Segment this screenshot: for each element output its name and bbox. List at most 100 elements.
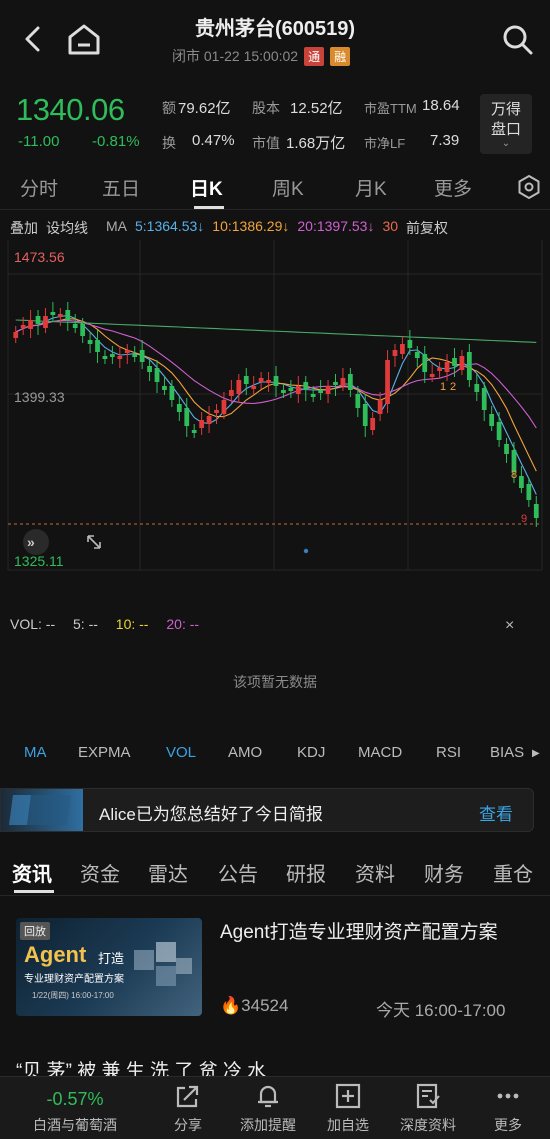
candle-body xyxy=(437,368,442,371)
sector-button[interactable]: -0.57% 白酒与葡萄酒 xyxy=(0,1077,150,1139)
indicator-tab-bias[interactable]: BIAS xyxy=(490,744,524,761)
tab-intraday[interactable]: 分时 xyxy=(20,174,58,201)
candle-body xyxy=(35,316,41,324)
candle-body xyxy=(154,368,160,382)
tab-monthly-k[interactable]: 月K xyxy=(355,174,387,201)
back-icon[interactable] xyxy=(18,24,48,54)
candle-body xyxy=(281,390,286,393)
more-dots-icon xyxy=(497,1093,519,1099)
indicator-tab-expma[interactable]: EXPMA xyxy=(78,744,131,761)
fullscreen-icon[interactable] xyxy=(87,535,101,549)
share-label: 分享 xyxy=(174,1117,202,1133)
replay-badge: 回放 xyxy=(20,922,50,940)
thumb-title-suffix: 打造 xyxy=(98,951,125,966)
deep-data-button[interactable]: 深度资料 xyxy=(384,1077,472,1139)
marker-2: 2 xyxy=(450,381,456,393)
tab-holdings[interactable]: 重仓 xyxy=(493,858,533,887)
news-title[interactable]: Agent打造专业理财资产配置方案 xyxy=(220,920,536,946)
add-watchlist-button[interactable]: 加自选 xyxy=(304,1077,392,1139)
no-data-text: 该项暂无数据 xyxy=(233,674,317,690)
add-label: 加自选 xyxy=(327,1117,369,1133)
tab-news[interactable]: 资讯 xyxy=(12,858,52,887)
bottom-toolbar: -0.57% 白酒与葡萄酒 分享 添加提醒 加自选 深度资料 更多 xyxy=(0,1076,550,1139)
indicator-tab-vol[interactable]: VOL xyxy=(166,744,196,761)
candle-body xyxy=(340,378,346,386)
view-briefing-button[interactable]: 查看 xyxy=(479,800,513,825)
candle-body xyxy=(102,356,108,359)
volume-legend: VOL: -- 5: -- 10: -- 20: -- xyxy=(10,616,199,632)
more-button[interactable]: 更多 xyxy=(464,1077,550,1139)
candle-body xyxy=(184,408,190,426)
search-icon[interactable] xyxy=(500,22,536,58)
candle-body xyxy=(139,350,145,362)
indicator-tab-amo[interactable]: AMO xyxy=(228,744,262,761)
share-button[interactable]: 分享 xyxy=(144,1077,232,1139)
scroll-right-icon[interactable]: ▶ xyxy=(532,748,540,759)
wind-level2-button[interactable]: 万得盘口 ⌄ xyxy=(480,94,532,154)
set-ma-button[interactable]: 设均线 xyxy=(46,218,88,238)
candle-body xyxy=(333,382,338,385)
indicator-tab-kdj[interactable]: KDJ xyxy=(297,744,325,761)
candle-body xyxy=(325,386,331,394)
stock-title: 贵州茅台(600519) xyxy=(194,18,356,40)
shares-value: 12.52亿 xyxy=(290,100,343,117)
candle-body xyxy=(414,352,420,358)
tab-more[interactable]: 更多 xyxy=(434,174,472,201)
candlestick-chart[interactable]: 1473.56 1399.33 1325.11 » 1 2 8 9 xyxy=(0,240,550,574)
collapse-icon[interactable]: » xyxy=(23,529,49,555)
overlay-button[interactable]: 叠加 xyxy=(10,218,38,238)
close-icon[interactable]: × xyxy=(505,617,514,635)
candle-body xyxy=(452,358,457,366)
candle-body xyxy=(392,350,398,356)
candle-body xyxy=(80,324,86,336)
candle-body xyxy=(489,414,495,426)
candle-body xyxy=(519,476,524,488)
tab-announcements[interactable]: 公告 xyxy=(218,858,258,887)
alice-briefing-banner[interactable]: Alice已为您总结好了今日简报 查看 xyxy=(0,788,534,832)
indicator-tab-rsi[interactable]: RSI xyxy=(436,744,461,761)
tab-radar[interactable]: 雷达 xyxy=(148,858,188,887)
candle-body xyxy=(243,376,249,384)
candle-body xyxy=(303,382,309,390)
add-alert-button[interactable]: 添加提醒 xyxy=(224,1077,312,1139)
adjust-mode[interactable]: 前复权 xyxy=(406,218,448,238)
vol-label: VOL: -- xyxy=(10,616,56,632)
tab-daily-k[interactable]: 日K xyxy=(190,174,223,201)
news-time: 今天 16:00-17:00 xyxy=(376,1001,506,1020)
news-thumbnail[interactable]: 回放 Agent 打造 专业理财资产配置方案 1/22(周四) 16:00-17… xyxy=(16,918,202,1016)
vol20-label: 20: -- xyxy=(166,616,200,632)
quote-panel: 1340.06 -11.00 -0.81% 额 79.62亿 股本 12.52亿… xyxy=(0,88,550,154)
turnover-value: 79.62亿 xyxy=(178,100,231,117)
thumb-subtitle: 专业理财资产配置方案 xyxy=(24,974,124,985)
settings-icon[interactable] xyxy=(516,174,542,200)
tab-research[interactable]: 研报 xyxy=(286,858,326,887)
candle-body xyxy=(176,404,182,412)
share-icon xyxy=(176,1085,199,1108)
candle-body xyxy=(236,380,242,394)
candle-body xyxy=(295,386,301,394)
status-text: 闭市 01-22 15:00:02 xyxy=(172,48,299,64)
candle-body xyxy=(20,325,26,328)
indicator-tab-macd[interactable]: MACD xyxy=(358,744,402,761)
tab-profile[interactable]: 资料 xyxy=(355,858,395,887)
indicator-tab-ma[interactable]: MA xyxy=(24,744,47,761)
home-icon[interactable] xyxy=(66,22,102,56)
bell-icon xyxy=(258,1085,278,1108)
tab-five-day[interactable]: 五日 xyxy=(102,174,140,201)
marker-8: 8 xyxy=(511,469,517,481)
header: 贵州茅台(600519) 闭市 01-22 15:00:02 通 融 xyxy=(0,0,550,80)
candle-body xyxy=(57,314,63,317)
candle-body xyxy=(229,390,234,396)
pe-value: 18.64 xyxy=(422,97,460,114)
ma-line xyxy=(15,314,537,495)
candle-body xyxy=(266,380,271,383)
vol10-label: 10: -- xyxy=(115,616,149,632)
marker-1: 1 xyxy=(440,381,446,393)
tab-capital[interactable]: 资金 xyxy=(80,858,120,887)
sector-name: 白酒与葡萄酒 xyxy=(33,1117,117,1133)
tab-finance[interactable]: 财务 xyxy=(424,858,464,887)
tab-weekly-k[interactable]: 周K xyxy=(272,174,304,201)
candle-body xyxy=(400,344,405,354)
candle-body xyxy=(385,360,390,404)
price-change: -11.00 xyxy=(18,133,60,150)
